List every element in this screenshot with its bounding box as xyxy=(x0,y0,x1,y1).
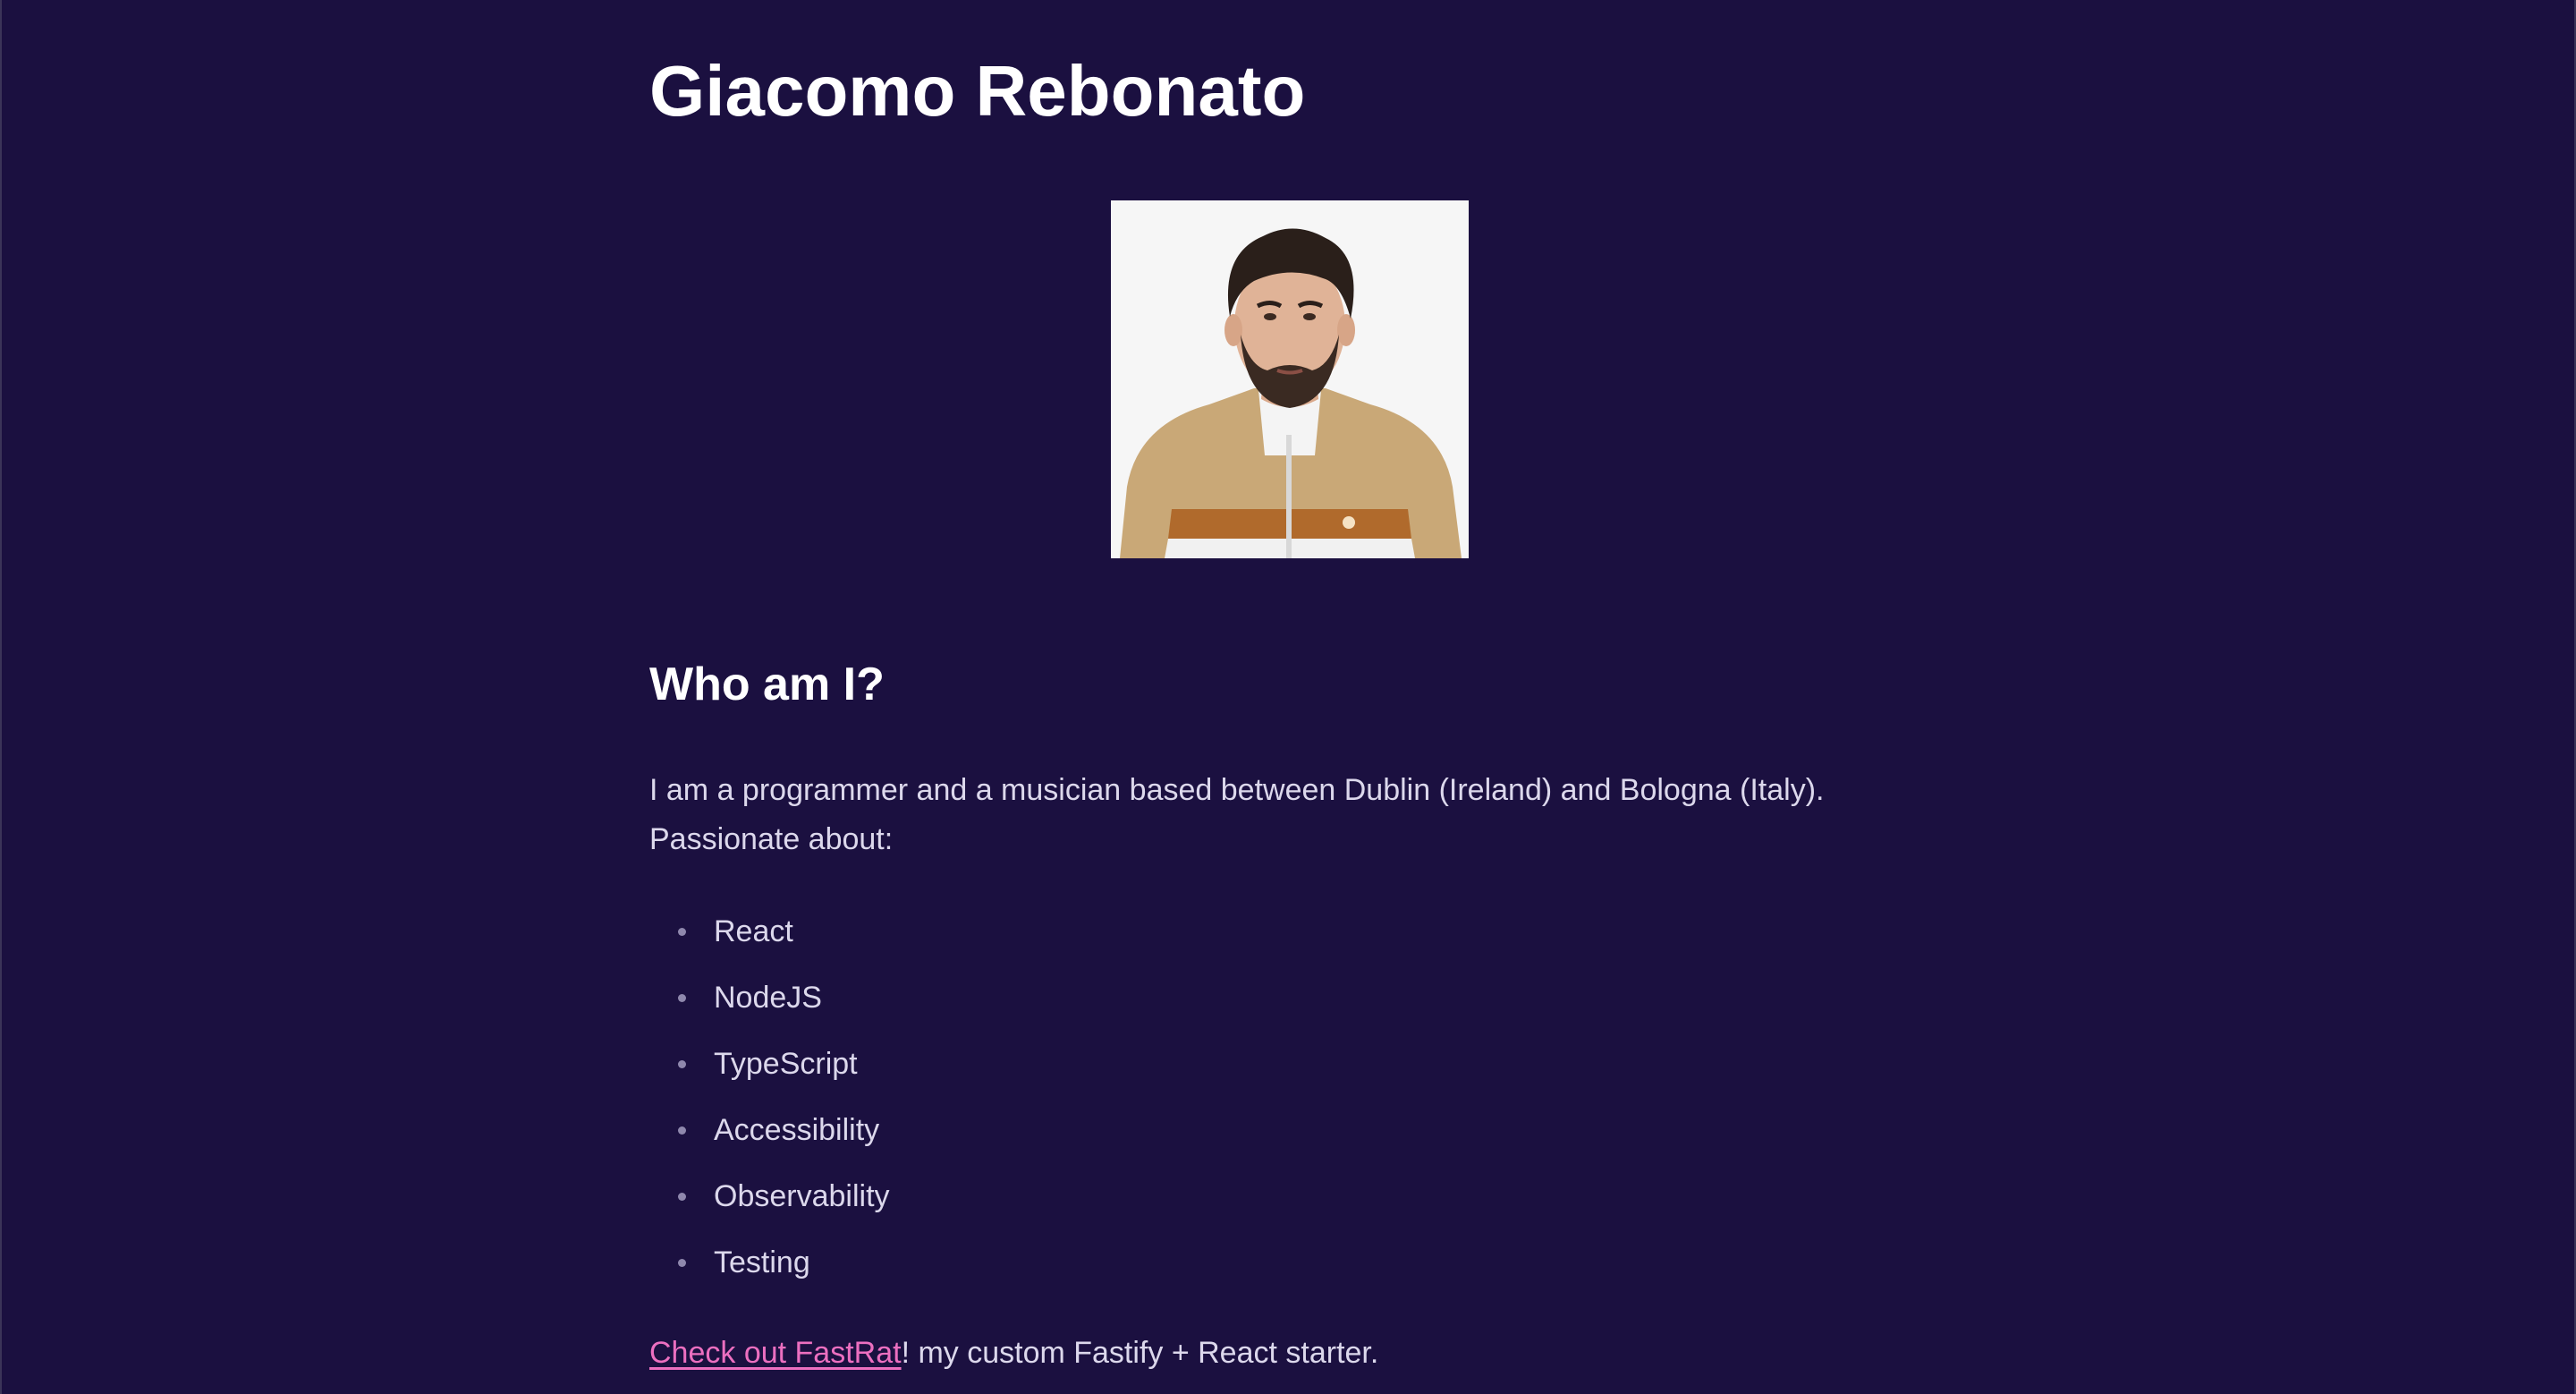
page: Giacomo Rebonato Who am I? I am a progra… xyxy=(0,0,2576,1394)
fastrat-description: ! my custom Fastify + React starter. xyxy=(901,1336,1379,1370)
list-item-label: TypeScript xyxy=(714,1047,858,1081)
list-item: NodeJS xyxy=(649,974,890,1041)
list-item: Observability xyxy=(649,1173,890,1239)
intro-line-1: I am a programmer and a musician based b… xyxy=(649,773,1825,807)
list-item-label: NodeJS xyxy=(714,981,822,1015)
bullet-icon xyxy=(678,1126,686,1135)
bullet-icon xyxy=(678,928,686,936)
intro-paragraph: I am a programmer and a musician based b… xyxy=(649,766,1902,864)
list-item: React xyxy=(649,908,890,974)
fastrat-promo: Check out FastRat! my custom Fastify + R… xyxy=(649,1330,1378,1376)
list-item-label: Testing xyxy=(714,1245,810,1279)
list-item-label: React xyxy=(714,914,793,948)
fastrat-link[interactable]: Check out FastRat xyxy=(649,1336,902,1370)
bullet-icon xyxy=(678,1060,686,1068)
section-heading: Who am I? xyxy=(649,659,885,710)
list-item: TypeScript xyxy=(649,1041,890,1107)
bullet-icon xyxy=(678,1259,686,1267)
profile-photo-icon xyxy=(1111,200,1469,558)
interests-list: React NodeJS TypeScript Accessibility Ob… xyxy=(649,908,890,1305)
list-item: Testing xyxy=(649,1239,890,1305)
list-item: Accessibility xyxy=(649,1107,890,1173)
intro-line-2: Passionate about: xyxy=(649,822,894,856)
page-title: Giacomo Rebonato xyxy=(649,51,1306,131)
bullet-icon xyxy=(678,994,686,1002)
bullet-icon xyxy=(678,1193,686,1201)
list-item-label: Accessibility xyxy=(714,1113,880,1147)
list-item-label: Observability xyxy=(714,1179,890,1213)
avatar xyxy=(1111,200,1469,558)
